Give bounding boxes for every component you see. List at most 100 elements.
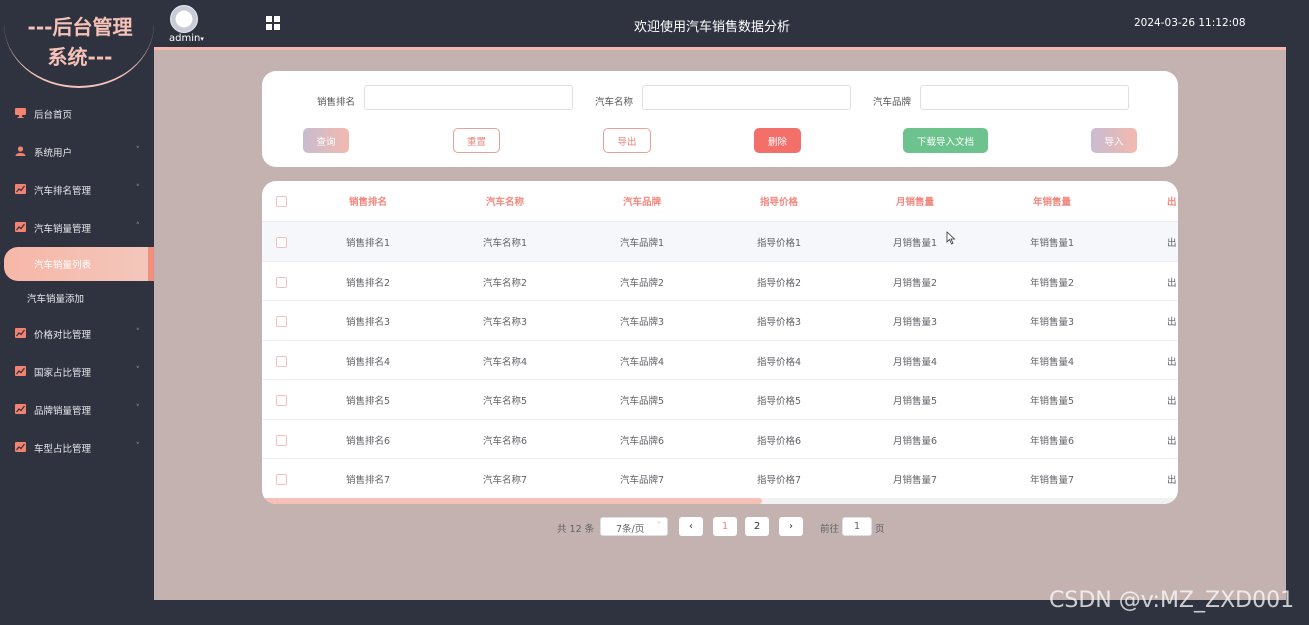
row-checkbox[interactable] — [276, 276, 287, 288]
pagination-total: 共 12 条 — [557, 524, 595, 535]
chevron-down-icon: ˅ — [135, 442, 141, 452]
column-header[interactable]: 出 — [1167, 181, 1178, 221]
page-button-2[interactable]: 2 — [745, 517, 769, 536]
user-menu[interactable]: admin▾ — [169, 33, 204, 44]
sidebar-item-home[interactable]: 后台首页 — [0, 95, 154, 133]
sidebar: ---后台管理 系统--- 后台首页 系统用户 ˅ 汽车排名管理 ˅ 汽车销量管… — [0, 0, 154, 625]
column-header[interactable]: 年销售量 — [988, 181, 1116, 221]
sidebar-item-model-share[interactable]: 车型占比管理 ˅ — [0, 429, 154, 467]
table-row[interactable]: 销售排名3 汽车名称3 汽车品牌3 指导价格3 月销售量3 年销售量3 出 — [262, 300, 1178, 340]
download-template-button[interactable]: 下载导入文档 — [903, 128, 988, 153]
table-cell: 出 — [1167, 475, 1177, 486]
monitor-icon — [15, 108, 26, 118]
table-cell: 出 — [1167, 356, 1177, 368]
chevron-down-icon: ˅ — [135, 366, 141, 376]
admin-name: admin — [169, 33, 201, 44]
watermark: CSDN @v:MZ_ZXD001 — [1049, 588, 1295, 613]
submenu-item-label: 汽车销量添加 — [27, 294, 85, 305]
page-size-select[interactable]: 7条/页 ˅ — [600, 517, 668, 536]
search-input-name[interactable] — [642, 85, 851, 110]
scrollbar-thumb[interactable] — [262, 498, 762, 504]
table-cell: 汽车名称2 — [482, 277, 528, 289]
table-row[interactable]: 销售排名2 汽车名称2 汽车品牌2 指导价格2 月销售量2 年销售量2 出 — [262, 260, 1178, 301]
select-all-checkbox[interactable] — [276, 196, 287, 207]
import-button[interactable]: 导入 — [1091, 128, 1137, 153]
column-header[interactable]: 汽车名称 — [441, 181, 569, 221]
table-cell: 汽车名称1 — [482, 238, 528, 249]
table-row[interactable]: 销售排名4 汽车名称4 汽车品牌4 指导价格4 月销售量4 年销售量4 出 — [262, 339, 1178, 380]
column-header[interactable]: 销售排名 — [304, 181, 432, 221]
table-cell: 出 — [1167, 238, 1177, 249]
export-button[interactable]: 导出 — [603, 128, 651, 153]
table-cell: 汽车品牌5 — [619, 396, 665, 407]
table-row[interactable]: 销售排名7 汽车名称7 汽车品牌7 指导价格7 月销售量7 年销售量7 出 — [262, 458, 1178, 498]
chart-icon — [15, 366, 26, 376]
search-label-brand: 汽车品牌 — [873, 97, 912, 108]
grid-menu-icon[interactable] — [266, 16, 280, 30]
pagination: 共 12 条 7条/页 ˅ ‹ 1 2 › 前往 页 — [154, 517, 1286, 537]
reset-button[interactable]: 重置 — [453, 128, 500, 153]
table-cell: 销售排名5 — [345, 396, 391, 407]
sidebar-item-price-compare[interactable]: 价格对比管理 ˅ — [0, 315, 154, 353]
column-header[interactable]: 指导价格 — [715, 181, 843, 221]
search-input-rank[interactable] — [364, 85, 573, 110]
delete-button[interactable]: 删除 — [754, 128, 801, 153]
row-checkbox[interactable] — [276, 474, 287, 485]
table-cell: 汽车品牌2 — [619, 277, 665, 289]
sidebar-item-label: 汽车销量管理 — [34, 224, 92, 235]
table-row[interactable]: 销售排名1 汽车名称1 汽车品牌1 指导价格1 月销售量1 年销售量1 出 — [262, 221, 1178, 261]
table-cell: 汽车名称7 — [482, 475, 528, 486]
table-cell: 年销售量6 — [1029, 435, 1075, 447]
table-cell: 月销售量6 — [892, 435, 938, 447]
table-cell: 月销售量5 — [892, 396, 938, 407]
chevron-down-icon: ˅ — [135, 404, 141, 414]
table-cell: 汽车品牌7 — [619, 475, 665, 486]
table-cell: 年销售量7 — [1029, 475, 1075, 486]
sidebar-item-label: 价格对比管理 — [34, 330, 92, 341]
table-cell: 指导价格3 — [756, 317, 802, 328]
query-button[interactable]: 查询 — [303, 128, 349, 153]
sidebar-item-car-sales[interactable]: 汽车销量管理 ˄ — [0, 209, 154, 247]
row-checkbox[interactable] — [276, 316, 287, 327]
table-cell: 指导价格5 — [756, 396, 802, 407]
table-cell: 年销售量2 — [1029, 277, 1075, 289]
chevron-down-icon: ˅ — [135, 184, 141, 194]
table-cell: 销售排名3 — [345, 317, 391, 328]
table-row[interactable]: 销售排名6 汽车名称6 汽车品牌6 指导价格6 月销售量6 年销售量6 出 — [262, 418, 1178, 459]
caret-down-icon: ▾ — [200, 35, 204, 43]
logo-line-1: ---后台管理 — [27, 15, 133, 39]
chevron-down-icon: ˅ — [135, 146, 141, 156]
sidebar-menu: 后台首页 系统用户 ˅ 汽车排名管理 ˅ 汽车销量管理 ˄ 汽车销量列表 汽车销… — [0, 95, 154, 467]
column-header[interactable]: 月销售量 — [851, 181, 979, 221]
table-cell: 月销售量7 — [892, 475, 938, 486]
avatar[interactable] — [170, 5, 198, 33]
table-cell: 汽车品牌4 — [619, 356, 665, 368]
table-cell: 出 — [1167, 277, 1177, 289]
row-checkbox[interactable] — [276, 355, 287, 367]
search-input-brand[interactable] — [920, 85, 1129, 110]
prev-page-button[interactable]: ‹ — [679, 517, 703, 536]
submenu-item-sales-add[interactable]: 汽车销量添加 — [0, 281, 154, 315]
row-checkbox[interactable] — [276, 434, 287, 446]
row-checkbox[interactable] — [276, 395, 287, 406]
table-cell: 汽车品牌3 — [619, 317, 665, 328]
page-title: 欢迎使用汽车销售数据分析 — [634, 20, 791, 35]
sidebar-item-system-users[interactable]: 系统用户 ˅ — [0, 133, 154, 171]
table-cell: 指导价格1 — [756, 238, 802, 249]
sidebar-item-label: 国家占比管理 — [34, 368, 92, 379]
goto-page-input[interactable] — [842, 517, 872, 536]
submenu-item-sales-list[interactable]: 汽车销量列表 — [4, 247, 154, 281]
row-checkbox[interactable] — [276, 237, 287, 248]
table-row[interactable]: 销售排名5 汽车名称5 汽车品牌5 指导价格5 月销售量5 年销售量5 出 — [262, 379, 1178, 419]
horizontal-scrollbar[interactable] — [262, 498, 1178, 504]
next-page-button[interactable]: › — [779, 517, 803, 536]
table-cell: 年销售量1 — [1029, 238, 1075, 249]
page-button-1[interactable]: 1 — [713, 517, 737, 536]
chevron-up-icon: ˄ — [135, 222, 141, 232]
sidebar-item-car-ranking[interactable]: 汽车排名管理 ˅ — [0, 171, 154, 209]
sidebar-item-country-share[interactable]: 国家占比管理 ˅ — [0, 353, 154, 391]
sidebar-item-brand-sales[interactable]: 品牌销量管理 ˅ — [0, 391, 154, 429]
chevron-down-icon: ˅ — [657, 521, 661, 530]
table-cell: 月销售量3 — [892, 317, 938, 328]
column-header[interactable]: 汽车品牌 — [578, 181, 706, 221]
